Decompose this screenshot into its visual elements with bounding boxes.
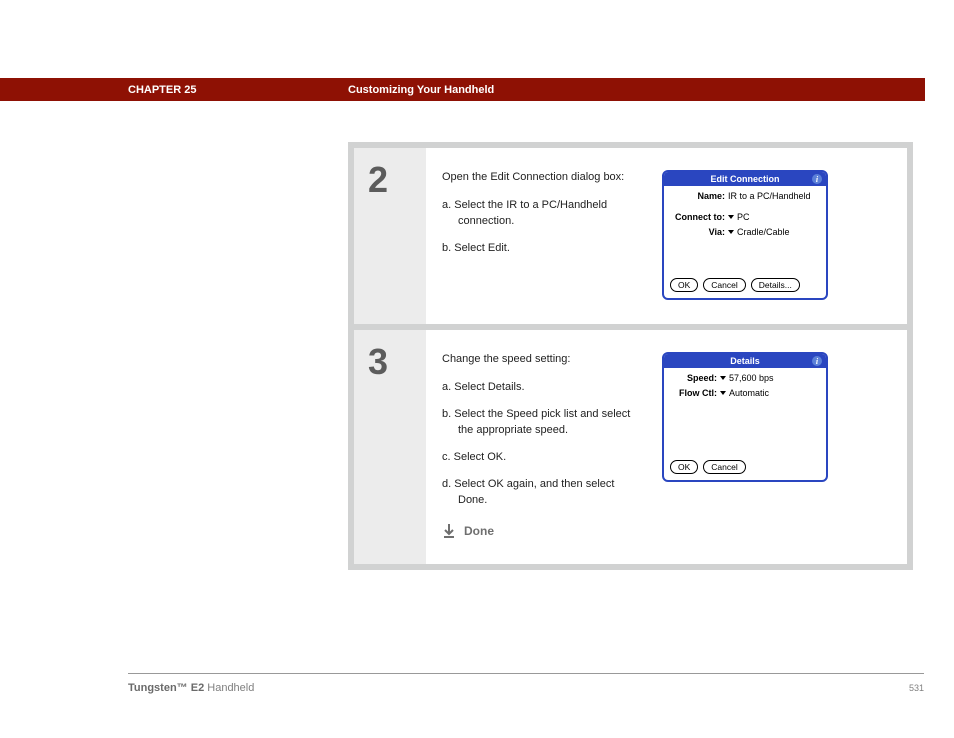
cancel-button[interactable]: Cancel xyxy=(703,278,745,292)
row-dropdown[interactable]: Automatic xyxy=(720,388,769,398)
product-name-bold: Tungsten™ E2 xyxy=(128,682,204,694)
dialog-body: Speed: 57,600 bps Flow Ctl: Automatic xyxy=(664,368,826,456)
step-intro: Open the Edit Connection dialog box: xyxy=(442,170,642,186)
dialog-titlebar: Edit Connection i xyxy=(664,172,826,186)
step-number-cell: 3 xyxy=(354,330,426,564)
dialog-buttons: OK Cancel xyxy=(664,456,826,480)
dialog-title: Edit Connection xyxy=(711,174,780,184)
instructions: Change the speed setting: a. Select Deta… xyxy=(442,352,642,540)
row-label: Speed: xyxy=(671,373,717,383)
row-value: IR to a PC/Handheld xyxy=(728,191,811,201)
row-value-text: 57,600 bps xyxy=(729,373,774,383)
substep: b. Select the Speed pick list and select… xyxy=(442,407,642,439)
dialog-buttons: OK Cancel Details... xyxy=(664,274,826,298)
dialog-row: Via: Cradle/Cable xyxy=(671,227,819,237)
done-label: Done xyxy=(464,523,494,540)
info-icon[interactable]: i xyxy=(812,356,822,366)
row-label: Connect to: xyxy=(671,212,725,222)
step-number: 2 xyxy=(368,162,426,198)
row-dropdown[interactable]: PC xyxy=(728,212,750,222)
footer-rule xyxy=(128,673,924,674)
ok-button[interactable]: OK xyxy=(670,278,698,292)
instructions: Open the Edit Connection dialog box: a. … xyxy=(442,170,642,300)
dialog-row: Flow Ctl: Automatic xyxy=(671,388,819,398)
step-body: Change the speed setting: a. Select Deta… xyxy=(426,330,907,564)
chevron-down-icon xyxy=(728,215,734,219)
chevron-down-icon xyxy=(720,376,726,380)
substep: b. Select Edit. xyxy=(442,241,642,257)
row-label: Via: xyxy=(671,227,725,237)
palm-dialog-edit-connection: Edit Connection i Name: IR to a PC/Handh… xyxy=(662,170,828,300)
chevron-down-icon xyxy=(720,391,726,395)
step-intro: Change the speed setting: xyxy=(442,352,642,368)
ok-button[interactable]: OK xyxy=(670,460,698,474)
step-number: 3 xyxy=(368,344,426,380)
row-value-text: Automatic xyxy=(729,388,769,398)
footer-product: Tungsten™ E2 Handheld xyxy=(128,682,254,694)
chevron-down-icon xyxy=(728,230,734,234)
palm-dialog-details: Details i Speed: 57,600 bps Flow Ctl: xyxy=(662,352,828,482)
row-value-text: PC xyxy=(737,212,750,222)
row-value-text: Cradle/Cable xyxy=(737,227,790,237)
dialog-row: Name: IR to a PC/Handheld xyxy=(671,191,819,201)
dialog-titlebar: Details i xyxy=(664,354,826,368)
cancel-button[interactable]: Cancel xyxy=(703,460,745,474)
done-arrow-icon xyxy=(442,523,456,539)
row-label: Name: xyxy=(671,191,725,201)
substep: a. Select Details. xyxy=(442,380,642,396)
page-number: 531 xyxy=(909,683,924,693)
step-body: Open the Edit Connection dialog box: a. … xyxy=(426,148,907,324)
substep: c. Select OK. xyxy=(442,450,642,466)
header-bar: CHAPTER 25 Customizing Your Handheld xyxy=(0,78,954,101)
row-dropdown[interactable]: Cradle/Cable xyxy=(728,227,790,237)
substep: a. Select the IR to a PC/Handheld connec… xyxy=(442,198,642,230)
dialog-row: Connect to: PC xyxy=(671,212,819,222)
row-label: Flow Ctl: xyxy=(671,388,717,398)
details-button[interactable]: Details... xyxy=(751,278,800,292)
step-row: 2 Open the Edit Connection dialog box: a… xyxy=(354,148,907,330)
dialog-title: Details xyxy=(730,356,760,366)
step-number-cell: 2 xyxy=(354,148,426,324)
row-value-text: IR to a PC/Handheld xyxy=(728,191,811,201)
step-row: 3 Change the speed setting: a. Select De… xyxy=(354,330,907,564)
substep: d. Select OK again, and then select Done… xyxy=(442,477,642,509)
row-dropdown[interactable]: 57,600 bps xyxy=(720,373,774,383)
product-name-rest: Handheld xyxy=(204,682,254,694)
chapter-label: CHAPTER 25 xyxy=(128,84,196,96)
done-marker: Done xyxy=(442,523,642,540)
dialog-body: Name: IR to a PC/Handheld Connect to: PC xyxy=(664,186,826,274)
info-icon[interactable]: i xyxy=(812,174,822,184)
steps-block: 2 Open the Edit Connection dialog box: a… xyxy=(348,142,913,570)
chapter-title: Customizing Your Handheld xyxy=(348,84,494,96)
dialog-row: Speed: 57,600 bps xyxy=(671,373,819,383)
